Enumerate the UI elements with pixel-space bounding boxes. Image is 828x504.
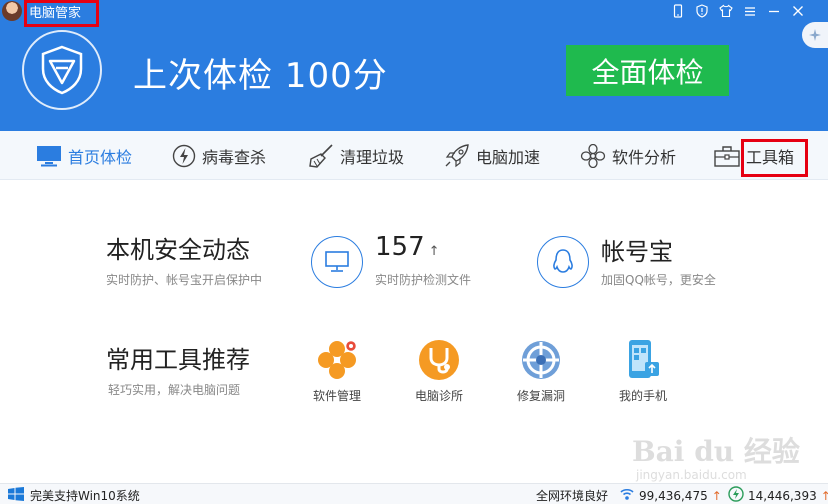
guard-shield-logo [22, 30, 102, 110]
watermark-main: Bai du 经验 [632, 435, 800, 468]
tool-pc-clinic[interactable]: 电脑诊所 [399, 338, 479, 404]
rocket-icon [444, 143, 470, 168]
phone-icon [621, 338, 665, 382]
tab-speed-up[interactable]: 电脑加速 [444, 131, 540, 180]
patch-icon [519, 338, 563, 382]
protection-count-value: 157 [375, 232, 425, 262]
watermark-url: jingyan.baidu.com [636, 468, 747, 482]
tab-label: 病毒查杀 [202, 147, 267, 167]
protection-count-label: 实时防护检测文件 [375, 273, 472, 287]
menu-icon[interactable] [738, 2, 762, 20]
wifi-guard-icon [619, 486, 635, 504]
lightning-shield-icon [728, 486, 744, 504]
broom-icon [308, 143, 334, 168]
qq-penguin-icon[interactable] [537, 236, 589, 288]
up-arrow-icon: ↑ [428, 244, 440, 259]
fan-icon [580, 143, 606, 168]
account-guard-subtitle: 加固QQ帐号，更安全 [601, 273, 716, 287]
tab-label: 首页体检 [68, 147, 133, 167]
tools-title: 常用工具推荐 [106, 346, 250, 374]
tool-fix-vulnerabilities[interactable]: 修复漏洞 [501, 338, 581, 404]
stat-protected-users: 99,436,475 ↑ [619, 486, 722, 504]
minimize-icon[interactable] [762, 2, 786, 20]
tab-label: 软件分析 [612, 147, 677, 167]
tool-my-phone[interactable]: 我的手机 [603, 338, 683, 404]
sparkle-icon[interactable] [802, 22, 828, 48]
window-controls [666, 2, 810, 20]
tab-clean-junk[interactable]: 清理垃圾 [308, 131, 404, 180]
phone-icon[interactable] [666, 2, 690, 20]
security-subtitle: 实时防护、帐号宝开启保护中 [106, 273, 263, 287]
up-arrow-icon: ↑ [711, 488, 722, 503]
toolbox-highlight-box [741, 139, 808, 177]
monitor-icon [36, 145, 62, 167]
app-title: 电脑管家 [29, 6, 82, 21]
up-arrow-icon: ↑ [820, 488, 828, 503]
baidu-jingyan-watermark: Bai du 经验 jingyan.baidu.com [632, 430, 800, 482]
user-avatar[interactable] [2, 1, 22, 21]
lightning-icon [172, 144, 196, 168]
main-nav: 首页体检 病毒查杀 清理垃圾 电脑加速 软件分析 工具箱 [0, 131, 828, 180]
shirt-icon[interactable] [714, 2, 738, 20]
monitor-icon [311, 236, 363, 288]
tool-label: 修复漏洞 [516, 389, 565, 403]
network-status: 全网环境良好 [536, 489, 609, 503]
tools-subtitle: 轻巧实用，解决电脑问题 [108, 383, 241, 397]
header-banner: 电脑管家 上次体检 100分 全面体检 [0, 0, 828, 131]
win10-support-label: 完美支持Win10系统 [30, 489, 140, 503]
status-bar: 完美支持Win10系统 全网环境良好 99,436,475 ↑ 14,446,3… [0, 483, 828, 504]
tab-software-analysis[interactable]: 软件分析 [580, 131, 676, 180]
tab-home-checkup[interactable]: 首页体检 [36, 131, 132, 180]
close-icon[interactable] [786, 2, 810, 20]
tool-label: 软件管理 [312, 389, 361, 403]
stat-value: 99,436,475 [639, 488, 708, 503]
tab-label: 电脑加速 [476, 147, 541, 167]
protection-count: 157 ↑ [375, 232, 440, 262]
security-title: 本机安全动态 [106, 236, 250, 264]
full-scan-button[interactable]: 全面体检 [566, 45, 729, 96]
software-manager-icon [315, 338, 359, 382]
last-scan-score: 上次体检 100分 [133, 56, 388, 96]
tool-label: 电脑诊所 [414, 389, 463, 403]
windows-logo-icon [8, 487, 24, 504]
tool-label: 我的手机 [618, 389, 667, 403]
account-guard-title[interactable]: 帐号宝 [601, 232, 673, 267]
tool-software-manager[interactable]: 软件管理 [297, 338, 377, 404]
tab-virus-scan[interactable]: 病毒查杀 [172, 131, 266, 180]
shield-icon[interactable] [690, 2, 714, 20]
win10-support[interactable]: 完美支持Win10系统 [8, 487, 140, 504]
stat-blocked-threats: 14,446,393 ↑ [728, 486, 828, 504]
tab-label: 清理垃圾 [340, 147, 405, 167]
stat-value: 14,446,393 [748, 488, 817, 503]
app-window: 电脑管家 上次体检 100分 全面体检 首页体检 病毒查杀 清理垃圾 电脑加速 … [0, 0, 828, 504]
stethoscope-icon [417, 338, 461, 382]
toolbox-icon [714, 145, 740, 167]
